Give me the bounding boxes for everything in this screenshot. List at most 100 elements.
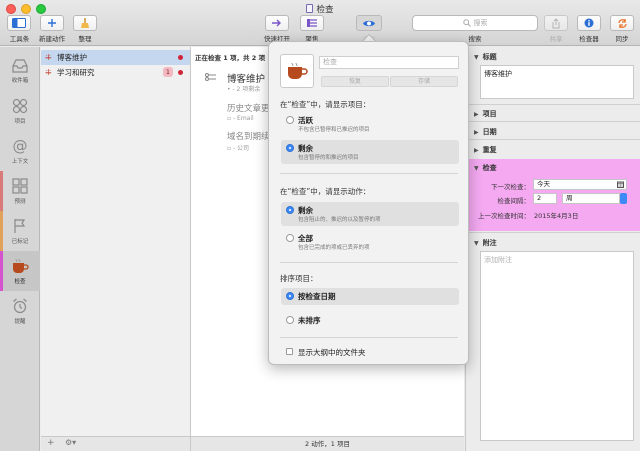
project-option-remaining[interactable]: 剩余 包含暂停的和推迟的项目 (281, 140, 459, 164)
action-option-remaining[interactable]: 剩余 包含阻止的、推迟的以及暂停的项 (281, 202, 459, 226)
radio-button-selected[interactable] (286, 292, 294, 300)
flagged-marker (0, 211, 3, 251)
rail-item-flagged[interactable]: 已标记 (0, 211, 40, 251)
rail-item-forecast[interactable]: 预测 (0, 171, 40, 211)
plus-icon (48, 19, 56, 27)
review-interval-unit-select[interactable]: 周 (562, 193, 620, 204)
rail-item-alarms[interactable]: 提醒 (0, 291, 40, 331)
flag-icon (14, 218, 26, 233)
view-options-button[interactable] (356, 15, 382, 31)
sidebar-footer: + ⚙▾ (41, 436, 191, 451)
focus-button[interactable] (300, 15, 324, 31)
outline-row-title[interactable]: 历史文章更 (227, 102, 270, 114)
save-button[interactable]: 存储 (390, 76, 458, 87)
rail-item-contexts[interactable]: @ 上下文 (0, 131, 40, 171)
project-filter-heading: 在“检查”中，请显示项目： (280, 100, 371, 109)
project-sidebar: ⁜ 博客维护 ⁜ 学习和研究 1 (41, 47, 191, 436)
clean-up-label: 整理 (78, 35, 92, 43)
perspective-icon-well[interactable] (280, 54, 314, 88)
sort-heading: 排序项目： (280, 274, 318, 283)
inspector-section-dates[interactable]: ▶ 日期 (474, 127, 497, 137)
next-review-label: 下一次检查： (491, 183, 530, 191)
divider (466, 121, 640, 122)
unit-stepper-icon[interactable] (620, 193, 627, 204)
inbox-icon (12, 58, 28, 73)
divider (280, 262, 458, 263)
forecast-marker (0, 171, 3, 211)
rail-item-projects[interactable]: 项目 (0, 91, 40, 131)
next-review-date-field[interactable]: 今天 (533, 179, 627, 190)
broom-icon (81, 17, 89, 28)
arrow-right-icon (272, 19, 281, 27)
project-option-active[interactable]: 活跃 不包含已暂停和已推迟的项目 (281, 112, 459, 136)
status-bar: 2 动作，1 项目 (191, 436, 464, 451)
radio-button-selected[interactable] (286, 144, 294, 152)
add-icon[interactable]: + (47, 438, 55, 448)
quick-open-button[interactable] (265, 15, 289, 31)
inspector-section-note[interactable]: ▼ 附注 (474, 238, 497, 248)
review-interval-field[interactable]: 2 (533, 193, 557, 204)
perspective-rail: 收件箱 项目 @ 上下文 预测 已标记 检查 提醒 (0, 47, 40, 451)
sidebar-toggle-label: 工具条 (9, 35, 30, 43)
focus-icon (307, 19, 317, 27)
sync-label: 同步 (615, 35, 629, 43)
radio-button-selected[interactable] (286, 206, 294, 214)
divider (280, 337, 458, 338)
divider (466, 139, 640, 140)
divider (280, 173, 458, 174)
sort-option-unsorted[interactable]: 未排序 (281, 312, 459, 329)
outline-row-title[interactable]: 域名到期续 (227, 130, 270, 142)
review-icon (13, 258, 29, 273)
document-icon (306, 4, 314, 13)
sidebar-icon (12, 18, 26, 28)
sidebar-toggle-button[interactable] (7, 15, 31, 31)
new-action-button[interactable] (40, 15, 64, 31)
sync-button[interactable] (610, 15, 634, 31)
inspector-section-project[interactable]: ▶ 项目 (474, 109, 497, 119)
radio-button[interactable] (286, 316, 294, 324)
review-section: ▼ 检查 下一次检查： 今天 检查间隔： 2 周 上一次检查时间： 2015年4月… (466, 159, 640, 231)
inspector-section-repeat[interactable]: ▶ 重复 (474, 145, 497, 155)
disclosure-down-icon: ▼ (474, 54, 479, 61)
view-options-popover: 检查 恢复 存储 在“检查”中，请显示项目： 活跃 不包含已暂停和已推迟的项目 … (268, 41, 469, 365)
show-folders-option[interactable]: 显示大纲中的文件夹 (281, 344, 459, 360)
inspector-panel: ▼ 标题 博客维护 ▶ 项目 ▶ 日期 ▶ 重复 ▼ 检查 下一次检查： 今天 检查间隔：… (465, 47, 640, 451)
restore-button[interactable]: 恢复 (321, 76, 389, 87)
outline-row-meta: • - 2 项剩余 (227, 86, 261, 93)
sidebar-item-blog-maintenance[interactable]: ⁜ 博客维护 (41, 50, 190, 65)
project-outline-icon (205, 73, 216, 81)
rail-item-inbox[interactable]: 收件箱 (0, 51, 40, 91)
inspector-section-title[interactable]: ▼ 标题 (474, 52, 497, 62)
perspective-name-input[interactable]: 检查 (319, 56, 459, 69)
review-marker (0, 251, 3, 291)
disclosure-right-icon: ▶ (474, 129, 479, 136)
action-option-all[interactable]: 全部 包含已完成的项或已丢弃的项 (281, 230, 459, 254)
sidebar-item-study-research[interactable]: ⁜ 学习和研究 1 (41, 65, 190, 80)
disclosure-down-icon: ▼ (474, 240, 479, 247)
project-icon: ⁜ (45, 68, 52, 77)
calendar-icon[interactable] (617, 181, 624, 188)
gear-icon[interactable]: ⚙▾ (65, 438, 76, 447)
divider (466, 104, 640, 105)
title-field[interactable]: 博客维护 (480, 65, 634, 99)
flag-dot (178, 70, 183, 75)
divider (466, 232, 640, 233)
new-action-label: 新建动作 (39, 35, 65, 43)
radio-button[interactable] (286, 234, 294, 242)
clean-up-button[interactable] (73, 15, 97, 31)
review-icon (288, 62, 308, 79)
sort-option-review-date[interactable]: 按检查日期 (281, 288, 459, 305)
search-input[interactable]: 搜索 (412, 15, 538, 31)
inspector-section-review[interactable]: ▼ 检查 (474, 163, 497, 173)
outline-row-title[interactable]: 博客维护 (227, 71, 265, 85)
sync-icon (617, 18, 627, 28)
share-button[interactable] (544, 15, 568, 31)
radio-button[interactable] (286, 116, 294, 124)
disclosure-right-icon: ▶ (474, 111, 479, 118)
note-field[interactable]: 添加附注 (480, 251, 634, 441)
disclosure-right-icon: ▶ (474, 147, 479, 154)
alarm-icon (13, 298, 27, 313)
checkbox[interactable] (286, 348, 293, 355)
inspector-button[interactable] (577, 15, 601, 31)
rail-item-review[interactable]: 检查 (0, 251, 40, 291)
